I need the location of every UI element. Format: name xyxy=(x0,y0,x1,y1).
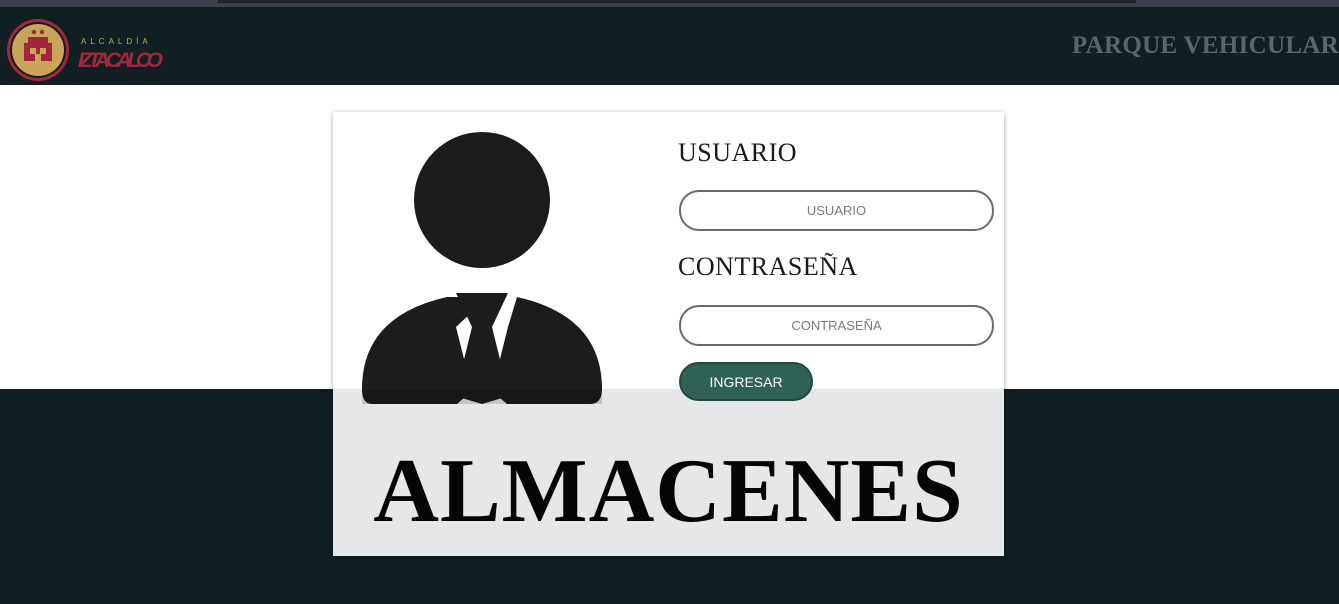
browser-top-strip xyxy=(0,0,1339,7)
login-button[interactable]: INGRESAR xyxy=(679,362,813,401)
login-card: USUARIO CONTRASEÑA INGRESAR ALMACENES xyxy=(333,112,1004,556)
username-input[interactable] xyxy=(679,190,994,231)
header-title: PARQUE VEHICULAR xyxy=(1071,32,1339,59)
password-input[interactable] xyxy=(679,305,994,346)
password-label: CONTRASEÑA xyxy=(678,252,858,281)
logo-main-text: IZTACALCO xyxy=(78,49,163,72)
alcaldia-logo[interactable]: ALCALDÍA IZTACALCO xyxy=(6,17,176,83)
top-scrollbar-thumb[interactable] xyxy=(218,0,1136,3)
section-heading: ALMACENES xyxy=(373,440,964,541)
username-label: USUARIO xyxy=(678,138,798,167)
user-silhouette-icon xyxy=(362,132,602,404)
logo-small-text: ALCALDÍA xyxy=(81,37,152,46)
iztacalco-seal-icon: ALCALDÍA IZTACALCO xyxy=(7,19,163,81)
site-header: ALCALDÍA IZTACALCO PARQUE VEHICULAR xyxy=(0,7,1339,85)
